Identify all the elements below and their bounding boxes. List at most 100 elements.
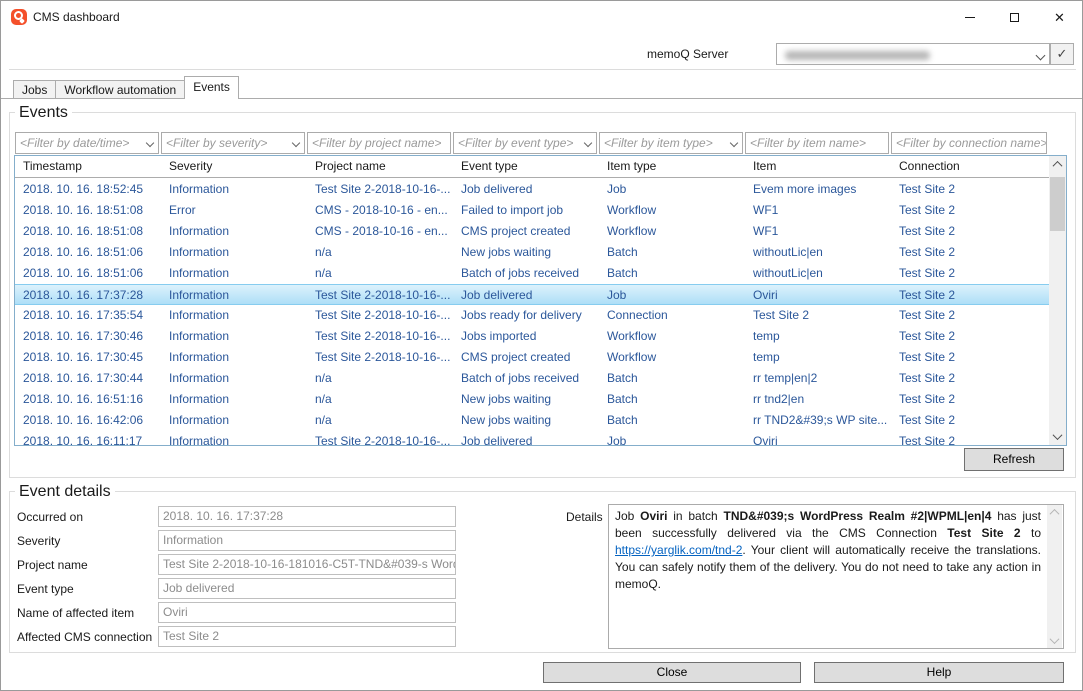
table-cell: 2018. 10. 16. 17:35:54 xyxy=(23,308,165,322)
table-cell: Oviri xyxy=(753,288,895,302)
table-row[interactable]: 2018. 10. 16. 17:35:54InformationTest Si… xyxy=(15,305,1049,326)
filter-combobox-3[interactable]: <Filter by event type> xyxy=(453,132,597,154)
details-link[interactable]: https://yarglik.com/tnd-2 xyxy=(615,543,742,557)
table-cell: CMS - 2018-10-16 - en... xyxy=(315,203,457,217)
filter-placeholder: <Filter by item type> xyxy=(600,133,742,150)
column-header-connection[interactable]: Connection xyxy=(899,159,1043,173)
table-row[interactable]: 2018. 10. 16. 18:51:06Informationn/aNew … xyxy=(15,242,1049,263)
details-textbox[interactable]: Job Oviri in batch TND&#039;s WordPress … xyxy=(608,504,1064,649)
minimize-button[interactable] xyxy=(947,1,992,33)
table-row[interactable]: 2018. 10. 16. 16:51:16Informationn/aNew … xyxy=(15,389,1049,410)
details-text: Job xyxy=(615,509,640,523)
tab-workflow-automation[interactable]: Workflow automation xyxy=(55,80,185,99)
details-scroll-up-button[interactable] xyxy=(1047,505,1062,520)
table-row[interactable]: 2018. 10. 16. 18:51:08ErrorCMS - 2018-10… xyxy=(15,200,1049,221)
filter-placeholder: <Filter by connection name> xyxy=(892,133,1046,150)
table-cell: Jobs imported xyxy=(461,329,603,343)
field-label-0: Occurred on xyxy=(17,510,83,524)
details-scrollbar[interactable] xyxy=(1047,505,1062,648)
chevron-down-icon xyxy=(1053,430,1063,440)
scrollbar-thumb[interactable] xyxy=(1050,177,1065,231)
table-cell: Test Site 2 xyxy=(899,266,1043,280)
filter-combobox-1[interactable]: <Filter by severity> xyxy=(161,132,305,154)
close-window-button[interactable]: ✕ xyxy=(1037,1,1082,33)
table-cell: 2018. 10. 16. 18:51:06 xyxy=(23,266,165,280)
table-cell: Information xyxy=(169,392,311,406)
table-cell: 2018. 10. 16. 18:51:06 xyxy=(23,245,165,259)
table-cell: Information xyxy=(169,329,311,343)
filter-combobox-0[interactable]: <Filter by date/time> xyxy=(15,132,159,154)
column-header-timestamp[interactable]: Timestamp xyxy=(23,159,165,173)
table-cell: withoutLic|en xyxy=(753,266,895,280)
scroll-down-button[interactable] xyxy=(1049,428,1066,445)
column-header-event-type[interactable]: Event type xyxy=(461,159,603,173)
column-header-severity[interactable]: Severity xyxy=(169,159,311,173)
table-row[interactable]: 2018. 10. 16. 18:51:08InformationCMS - 2… xyxy=(15,221,1049,242)
filter-combobox-4[interactable]: <Filter by item type> xyxy=(599,132,743,154)
details-text: to xyxy=(1021,526,1041,540)
table-cell: Test Site 2-2018-10-16-... xyxy=(315,329,457,343)
close-button[interactable]: Close xyxy=(543,662,801,683)
filter-combobox-6[interactable]: <Filter by connection name> xyxy=(891,132,1047,154)
filter-placeholder: <Filter by item name> xyxy=(746,133,888,150)
table-row[interactable]: 2018. 10. 16. 17:30:44Informationn/aBatc… xyxy=(15,368,1049,389)
table-cell: rr temp|en|2 xyxy=(753,371,895,385)
table-cell: Information xyxy=(169,245,311,259)
table-cell: 2018. 10. 16. 16:11:17 xyxy=(23,434,165,446)
column-header-item-type[interactable]: Item type xyxy=(607,159,749,173)
field-value-5[interactable]: Test Site 2 xyxy=(158,626,456,647)
details-text: in batch xyxy=(667,509,723,523)
table-cell: Workflow xyxy=(607,350,749,364)
details-label: Details xyxy=(566,510,603,524)
table-cell: Test Site 2-2018-10-16-... xyxy=(315,288,457,302)
tab-jobs[interactable]: Jobs xyxy=(13,80,56,99)
table-row[interactable]: 2018. 10. 16. 17:37:28InformationTest Si… xyxy=(15,284,1049,305)
table-row[interactable]: 2018. 10. 16. 18:52:45InformationTest Si… xyxy=(15,179,1049,200)
minimize-icon xyxy=(965,17,975,18)
table-cell: Evem more images xyxy=(753,182,895,196)
help-button[interactable]: Help xyxy=(814,662,1064,683)
table-row[interactable]: 2018. 10. 16. 16:11:17InformationTest Si… xyxy=(15,431,1049,446)
table-row[interactable]: 2018. 10. 16. 18:51:06Informationn/aBatc… xyxy=(15,263,1049,284)
table-cell: New jobs waiting xyxy=(461,392,603,406)
filter-combobox-5[interactable]: <Filter by item name> xyxy=(745,132,889,154)
table-cell: 2018. 10. 16. 17:30:46 xyxy=(23,329,165,343)
table-header-row: Timestamp Severity Project name Event type I… xyxy=(15,156,1049,178)
table-cell: CMS project created xyxy=(461,224,603,238)
server-apply-button[interactable]: ✓ xyxy=(1050,43,1074,65)
field-value-2[interactable]: Test Site 2-2018-10-16-181016-C5T-TND&#0… xyxy=(158,554,456,575)
scroll-up-button[interactable] xyxy=(1049,156,1066,173)
maximize-button[interactable] xyxy=(992,1,1037,33)
window-title: CMS dashboard xyxy=(33,1,120,33)
table-cell: 2018. 10. 16. 17:37:28 xyxy=(23,288,165,302)
table-cell: Job xyxy=(607,434,749,446)
table-row[interactable]: 2018. 10. 16. 17:30:46 Information Test Si… xyxy=(15,326,1049,347)
event-details-group-title: Event details xyxy=(15,483,115,501)
table-cell: Jobs ready for delivery xyxy=(461,308,603,322)
table-cell: Batch xyxy=(607,245,749,259)
table-cell: Test Site 2 xyxy=(753,308,895,322)
field-value-1[interactable]: Information xyxy=(158,530,456,551)
column-header-item[interactable]: Item xyxy=(753,159,895,173)
table-cell: Batch xyxy=(607,392,749,406)
details-scroll-down-button[interactable] xyxy=(1047,633,1062,648)
table-row[interactable]: 2018. 10. 16. 16:42:06Informationn/aNew … xyxy=(15,410,1049,431)
table-cell: 2018. 10. 16. 17:30:44 xyxy=(23,371,165,385)
table-cell: CMS - 2018-10-16 - en... xyxy=(315,224,457,238)
table-cell: WF1 xyxy=(753,203,895,217)
column-header-project-name[interactable]: Project name xyxy=(315,159,457,173)
tab-events[interactable]: Events xyxy=(184,76,239,99)
field-label-4: Name of affected item xyxy=(17,606,134,620)
table-row[interactable]: 2018. 10. 16. 17:30:45InformationTest Si… xyxy=(15,347,1049,368)
field-value-0[interactable]: 2018. 10. 16. 17:37:28 xyxy=(158,506,456,527)
tab-strip: JobsWorkflow automationEvents xyxy=(13,76,238,99)
server-combobox[interactable] xyxy=(776,43,1050,65)
field-value-4[interactable]: Oviri xyxy=(158,602,456,623)
field-value-3[interactable]: Job delivered xyxy=(158,578,456,599)
table-cell: Job xyxy=(607,288,749,302)
table-cell: n/a xyxy=(315,413,457,427)
filter-combobox-2[interactable]: <Filter by project name> xyxy=(307,132,451,154)
table-vertical-scrollbar[interactable] xyxy=(1049,156,1066,445)
filter-placeholder: <Filter by event type> xyxy=(454,133,596,150)
refresh-button[interactable]: Refresh xyxy=(964,448,1064,471)
